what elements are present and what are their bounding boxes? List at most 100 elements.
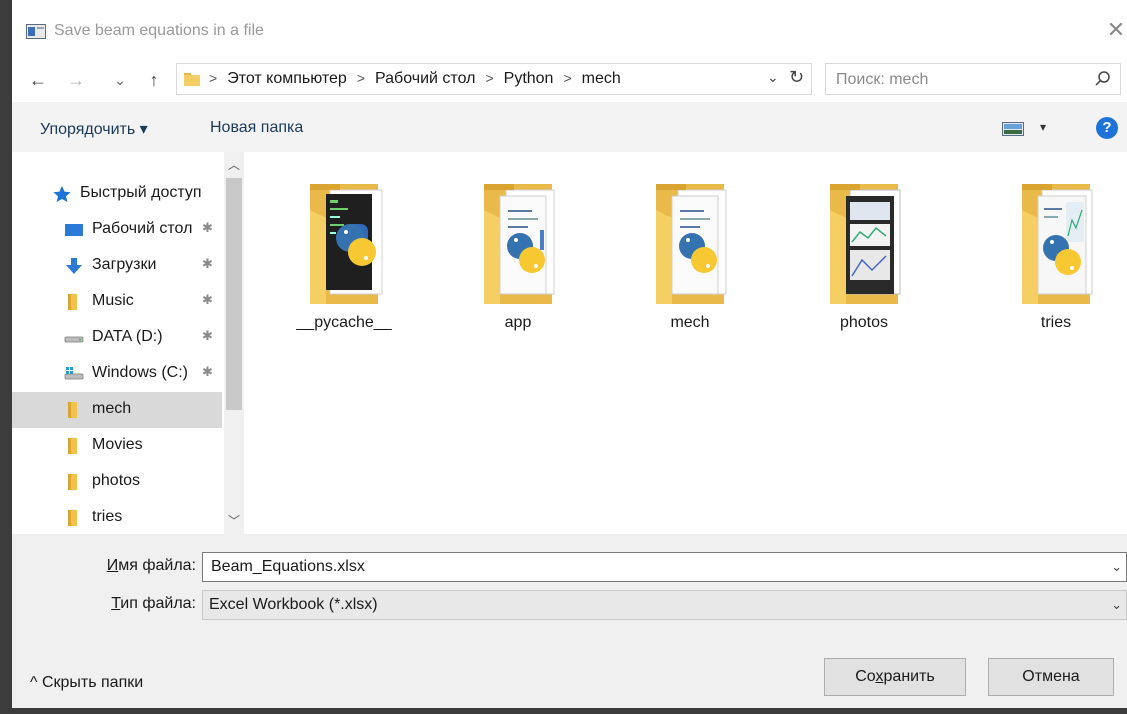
- folder-item-pycache[interactable]: __pycache__: [284, 180, 404, 340]
- pin-icon: ✱: [202, 328, 213, 343]
- organize-button[interactable]: Упорядочить ▾: [40, 119, 148, 139]
- view-dropdown-icon[interactable]: ▾: [1040, 120, 1046, 134]
- navigation-pane: Быстрый доступ Рабочий стол ✱ Загрузки ✱…: [12, 152, 244, 534]
- search-icon[interactable]: [1094, 70, 1112, 88]
- scrollbar-thumb[interactable]: [226, 178, 242, 410]
- python-folder-icon: [1022, 184, 1093, 304]
- breadcrumb-python[interactable]: Python: [504, 70, 554, 87]
- sidebar-scrollbar[interactable]: ︿ ﹀: [224, 152, 244, 534]
- sidebar-item-desktop[interactable]: Рабочий стол ✱: [12, 212, 222, 248]
- sidebar-item-label: Загрузки: [92, 256, 157, 273]
- address-dropdown-icon[interactable]: ⌄: [767, 69, 779, 86]
- folder-icon: [68, 294, 77, 310]
- python-folder-icon: [310, 184, 383, 304]
- windows-drive-icon: [64, 367, 84, 380]
- toolbar: Упорядочить ▾ Новая папка ▾ ?: [12, 102, 1127, 152]
- hide-folders-button[interactable]: ^ Скрыть папки: [30, 674, 143, 692]
- filetype-label: Тип файла:: [111, 595, 196, 612]
- breadcrumb-separator: >: [209, 70, 218, 86]
- drive-icon: [64, 336, 84, 343]
- sidebar-item-music[interactable]: Music ✱: [12, 284, 222, 320]
- sidebar-item-data-drive[interactable]: DATA (D:) ✱: [12, 320, 222, 356]
- chevron-down-icon[interactable]: ⌄: [1111, 591, 1122, 619]
- folder-icon: [68, 474, 77, 490]
- star-icon: [53, 186, 71, 202]
- folder-name: mech: [670, 314, 710, 331]
- cancel-button[interactable]: Отмена: [988, 658, 1114, 696]
- search-input[interactable]: Поиск: mech: [825, 63, 1121, 95]
- folder-item-app[interactable]: app: [458, 180, 578, 340]
- pin-icon: ✱: [202, 220, 213, 235]
- chevron-down-icon[interactable]: ⌄: [1111, 553, 1122, 581]
- window-title: Save beam equations in a file: [54, 22, 264, 39]
- search-placeholder: Поиск: mech: [836, 71, 929, 88]
- download-icon: [66, 258, 82, 274]
- sidebar-item-label: Movies: [92, 436, 143, 453]
- python-folder-icon: [656, 184, 727, 304]
- recent-locations-icon[interactable]: ⌄: [112, 66, 128, 94]
- breadcrumb-mech[interactable]: mech: [582, 70, 621, 87]
- folder-icon: [68, 438, 77, 454]
- folder-icon: [68, 510, 77, 526]
- save-form: Имя файла: Beam_Equations.xlsx ⌄ Тип фай…: [12, 534, 1127, 708]
- folder-item-mech[interactable]: mech: [630, 180, 750, 340]
- sidebar-item-downloads[interactable]: Загрузки ✱: [12, 248, 222, 284]
- breadcrumb: > Этот компьютер > Рабочий стол > Python > mech: [209, 70, 621, 88]
- sidebar-item-movies[interactable]: Movies: [12, 428, 222, 464]
- sidebar-item-label: mech: [92, 400, 132, 417]
- sidebar-item-photos[interactable]: photos: [12, 464, 222, 500]
- breadcrumb-separator: >: [563, 70, 572, 86]
- filename-input[interactable]: Beam_Equations.xlsx ⌄: [202, 552, 1127, 582]
- refresh-icon[interactable]: ↻: [789, 67, 804, 88]
- breadcrumb-separator: >: [356, 70, 366, 86]
- folder-name: tries: [1040, 314, 1072, 331]
- breadcrumb-desktop[interactable]: Рабочий стол: [375, 70, 475, 87]
- folder-name: app: [504, 314, 532, 331]
- forward-icon[interactable]: →: [64, 66, 88, 94]
- pin-icon: ✱: [202, 364, 213, 379]
- scroll-up-icon[interactable]: ︿: [228, 156, 240, 173]
- folder-item-photos[interactable]: photos: [804, 180, 924, 340]
- title-bar: Save beam equations in a file ✕: [12, 0, 1127, 58]
- sidebar-item-mech[interactable]: mech: [12, 392, 222, 428]
- save-button[interactable]: Сохранить: [824, 658, 966, 696]
- sidebar-item-label: DATA (D:): [92, 328, 163, 345]
- pin-icon: ✱: [202, 292, 213, 307]
- sidebar-item-label: photos: [92, 472, 141, 489]
- sidebar-item-tries[interactable]: tries: [12, 500, 222, 534]
- pin-icon: ✱: [202, 256, 213, 271]
- sidebar-item-windows-drive[interactable]: Windows (C:) ✱: [12, 356, 222, 392]
- filetype-value: Excel Workbook (*.xlsx): [209, 596, 378, 613]
- folder-name: photos: [839, 314, 889, 331]
- breadcrumb-separator: >: [485, 70, 494, 86]
- desktop-icon: [65, 224, 83, 236]
- sidebar-item-label: Быстрый доступ: [80, 184, 202, 201]
- view-options-icon[interactable]: [1002, 122, 1024, 136]
- app-window-icon: [26, 24, 46, 39]
- close-icon[interactable]: ✕: [1104, 16, 1127, 44]
- filetype-select[interactable]: Excel Workbook (*.xlsx) ⌄: [202, 590, 1127, 620]
- save-dialog: Save beam equations in a file ✕ ← → ⌄ ↑ …: [12, 0, 1127, 708]
- address-bar[interactable]: > Этот компьютер > Рабочий стол > Python > mech…: [176, 63, 812, 95]
- python-folder-icon: [484, 184, 555, 304]
- image-folder-icon: [830, 184, 901, 304]
- file-list: __pycache__ app mech photos tries: [244, 152, 1127, 534]
- sidebar-item-label: Music: [92, 292, 134, 309]
- folder-icon: [68, 402, 77, 418]
- sidebar-item-quick-access[interactable]: Быстрый доступ: [12, 176, 222, 212]
- scroll-down-icon[interactable]: ﹀: [228, 512, 240, 529]
- filename-value: Beam_Equations.xlsx: [211, 558, 365, 575]
- folder-item-tries[interactable]: tries: [996, 180, 1116, 340]
- sidebar-item-label: Windows (C:): [92, 364, 189, 381]
- sidebar-item-label: Рабочий стол: [92, 220, 193, 237]
- up-icon[interactable]: ↑: [142, 66, 166, 94]
- filename-label: Имя файла:: [106, 557, 196, 574]
- new-folder-button[interactable]: Новая папка: [210, 119, 303, 137]
- back-icon[interactable]: ←: [26, 66, 50, 94]
- navigation-bar: ← → ⌄ ↑ > Этот компьютер > Рабочий стол > Pyt…: [12, 58, 1127, 102]
- sidebar-item-label: tries: [92, 508, 123, 525]
- folder-name: __pycache__: [296, 314, 392, 331]
- folder-icon: [184, 73, 200, 86]
- breadcrumb-this-pc[interactable]: Этот компьютер: [227, 70, 347, 87]
- help-icon[interactable]: ?: [1096, 117, 1118, 139]
